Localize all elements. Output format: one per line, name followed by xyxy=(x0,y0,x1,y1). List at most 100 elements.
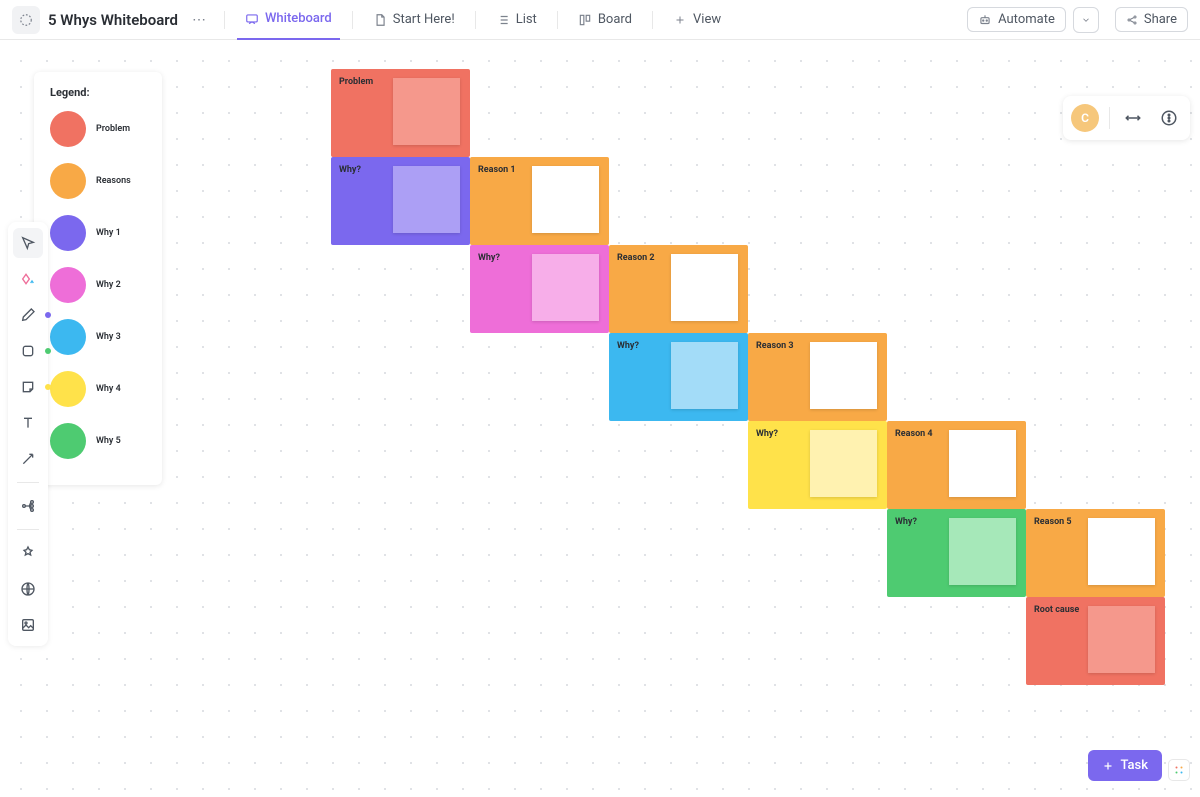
board-icon xyxy=(578,13,592,27)
select-tool[interactable] xyxy=(13,228,43,258)
whiteboard-icon xyxy=(245,12,259,26)
tool-palette xyxy=(8,222,48,646)
sticky-note[interactable] xyxy=(1088,518,1155,585)
card-reason2[interactable]: Reason 2 xyxy=(609,245,748,333)
tab-list[interactable]: List xyxy=(488,0,545,40)
user-avatar[interactable]: C xyxy=(1071,104,1099,132)
legend-swatch xyxy=(50,163,86,199)
separator xyxy=(557,11,558,29)
sticky-note[interactable] xyxy=(393,78,460,145)
legend-item: Problem xyxy=(50,111,146,147)
card-why3[interactable]: Why? xyxy=(609,333,748,421)
separator xyxy=(1109,107,1110,129)
legend-panel[interactable]: Legend: Problem Reasons Why 1 Why 2 Why … xyxy=(34,72,162,485)
legend-title: Legend: xyxy=(50,86,146,99)
legend-item: Why 2 xyxy=(50,267,146,303)
legend-item: Why 1 xyxy=(50,215,146,251)
card-reason1[interactable]: Reason 1 xyxy=(470,157,609,245)
tab-label: Start Here! xyxy=(393,12,455,27)
pen-tool[interactable] xyxy=(13,300,43,330)
card-reason4[interactable]: Reason 4 xyxy=(887,421,1026,509)
card-why5[interactable]: Why? xyxy=(887,509,1026,597)
card-problem[interactable]: Problem xyxy=(331,69,470,157)
tab-whiteboard[interactable]: Whiteboard xyxy=(237,0,340,40)
legend-label: Why 2 xyxy=(96,280,121,290)
legend-label: Reasons xyxy=(96,176,131,186)
shape-tool[interactable] xyxy=(13,336,43,366)
sticky-note[interactable] xyxy=(671,254,738,321)
ai-tool[interactable] xyxy=(13,264,43,294)
share-label: Share xyxy=(1144,12,1177,27)
tab-label: View xyxy=(693,12,721,27)
sticky-note[interactable] xyxy=(810,430,877,497)
legend-label: Why 4 xyxy=(96,384,121,394)
tab-label: Whiteboard xyxy=(265,11,332,26)
page-more-icon[interactable]: ⋯ xyxy=(186,12,212,28)
robot-icon xyxy=(978,13,992,27)
magic-tool[interactable] xyxy=(13,538,43,568)
connector-tool[interactable] xyxy=(13,444,43,474)
share-icon xyxy=(1126,14,1138,26)
automate-label: Automate xyxy=(998,12,1055,27)
separator xyxy=(652,11,653,29)
mindmap-tool[interactable] xyxy=(13,491,43,521)
shape-color-indicator xyxy=(45,348,51,354)
fit-width-button[interactable] xyxy=(1120,105,1146,131)
legend-swatch xyxy=(50,319,86,355)
doc-icon xyxy=(373,13,387,27)
card-root-cause[interactable]: Root cause xyxy=(1026,597,1165,685)
list-icon xyxy=(496,13,510,27)
legend-label: Why 1 xyxy=(96,228,121,238)
legend-swatch xyxy=(50,215,86,251)
whiteboard-canvas[interactable]: C xyxy=(0,40,1200,797)
sticky-note[interactable] xyxy=(1088,606,1155,673)
web-tool[interactable] xyxy=(13,574,43,604)
sticky-note[interactable] xyxy=(810,342,877,409)
automate-dropdown[interactable] xyxy=(1073,7,1099,33)
sticky-note[interactable] xyxy=(532,166,599,233)
plus-icon xyxy=(1102,760,1114,772)
legend-label: Why 3 xyxy=(96,332,121,342)
tab-start-here[interactable]: Start Here! xyxy=(365,0,463,40)
legend-label: Problem xyxy=(96,124,130,134)
workspace-icon[interactable] xyxy=(12,6,40,34)
sticky-note[interactable] xyxy=(949,518,1016,585)
task-button-label: Task xyxy=(1120,758,1148,773)
card-reason3[interactable]: Reason 3 xyxy=(748,333,887,421)
tab-board[interactable]: Board xyxy=(570,0,640,40)
automate-button[interactable]: Automate xyxy=(967,7,1066,32)
image-tool[interactable] xyxy=(13,610,43,640)
legend-swatch xyxy=(50,423,86,459)
text-tool[interactable] xyxy=(13,408,43,438)
legend-item: Why 4 xyxy=(50,371,146,407)
card-reason5[interactable]: Reason 5 xyxy=(1026,509,1165,597)
separator xyxy=(352,11,353,29)
legend-swatch xyxy=(50,111,86,147)
add-view-button[interactable]: View xyxy=(665,0,729,40)
legend-label: Why 5 xyxy=(96,436,121,446)
card-why4[interactable]: Why? xyxy=(748,421,887,509)
sticky-note-tool[interactable] xyxy=(13,372,43,402)
separator xyxy=(224,11,225,29)
canvas-toolbar: C xyxy=(1063,96,1190,140)
legend-item: Reasons xyxy=(50,163,146,199)
toolbar-divider xyxy=(17,482,39,483)
sticky-note[interactable] xyxy=(393,166,460,233)
card-why2[interactable]: Why? xyxy=(470,245,609,333)
apps-button[interactable] xyxy=(1168,759,1190,781)
tab-label: Board xyxy=(598,12,632,27)
sticky-note[interactable] xyxy=(532,254,599,321)
page-title[interactable]: 5 Whys Whiteboard xyxy=(48,11,178,29)
plus-icon xyxy=(673,13,687,27)
legend-swatch xyxy=(50,267,86,303)
sticky-note[interactable] xyxy=(671,342,738,409)
card-why1[interactable]: Why? xyxy=(331,157,470,245)
more-options-button[interactable] xyxy=(1156,105,1182,131)
sticky-note[interactable] xyxy=(949,430,1016,497)
legend-item: Why 3 xyxy=(50,319,146,355)
create-task-button[interactable]: Task xyxy=(1088,750,1162,781)
toolbar-divider xyxy=(17,529,39,530)
pen-color-indicator xyxy=(45,312,51,318)
topbar: 5 Whys Whiteboard ⋯ Whiteboard Start Her… xyxy=(0,0,1200,40)
share-button[interactable]: Share xyxy=(1115,7,1188,32)
